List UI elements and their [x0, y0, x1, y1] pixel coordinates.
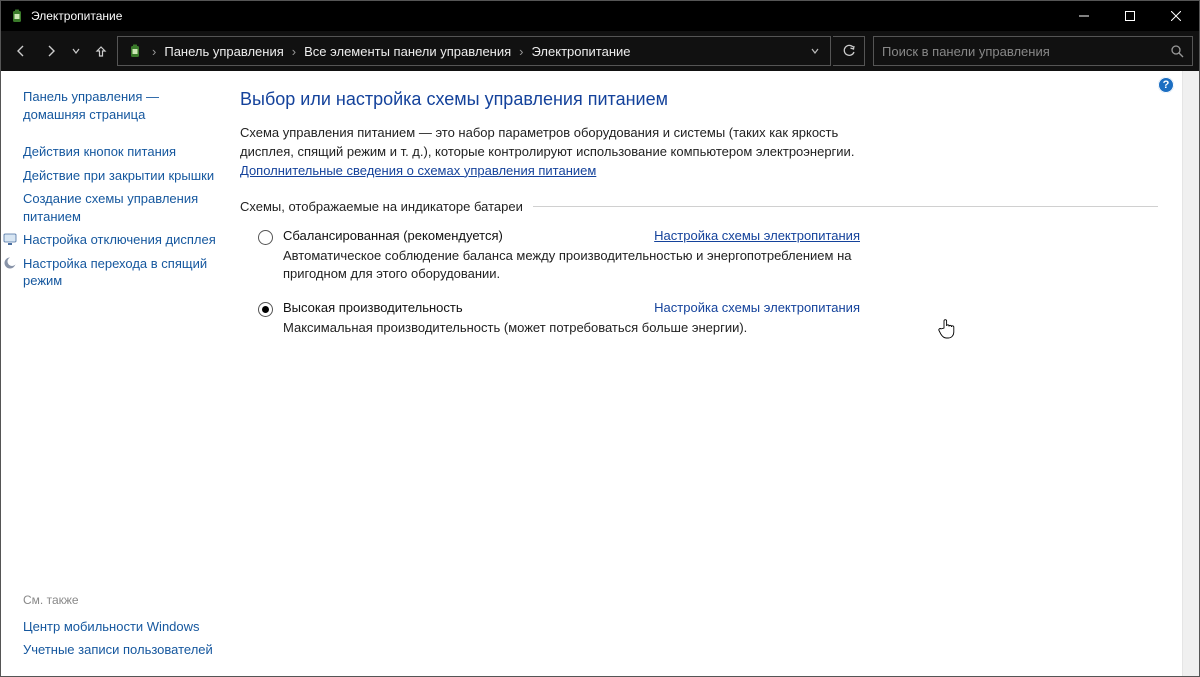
page-heading: Выбор или настройка схемы управления пит… — [240, 89, 1158, 110]
divider — [533, 206, 1158, 207]
breadcrumb-item[interactable]: Электропитание — [528, 44, 635, 59]
sidebar-link-sleep[interactable]: Настройка перехода в спящий режим — [23, 252, 216, 293]
close-button[interactable] — [1153, 1, 1199, 31]
main-panel: ? Выбор или настройка схемы управления п… — [226, 71, 1182, 676]
plan-description: Автоматическое соблюдение баланса между … — [283, 247, 860, 285]
radio-high-performance[interactable] — [258, 302, 273, 317]
page-description-text: Схема управления питанием — это набор па… — [240, 125, 854, 159]
chevron-right-icon[interactable]: › — [290, 44, 298, 59]
help-icon[interactable]: ? — [1158, 77, 1174, 93]
refresh-button[interactable] — [833, 36, 865, 66]
sidebar-link-power-buttons[interactable]: Действия кнопок питания — [23, 140, 216, 164]
page-description: Схема управления питанием — это набор па… — [240, 124, 860, 181]
sidebar-link-lid-close[interactable]: Действие при закрытии крышки — [23, 164, 216, 188]
chevron-right-icon[interactable]: › — [517, 44, 525, 59]
battery-app-icon — [9, 8, 25, 24]
see-also-user-accounts[interactable]: Учетные записи пользователей — [23, 638, 216, 662]
search-input[interactable] — [882, 44, 1170, 59]
plan-label[interactable]: Высокая производительность — [283, 300, 463, 315]
titlebar: Электропитание — [1, 1, 1199, 31]
forward-button[interactable] — [37, 37, 65, 65]
see-also-header: См. также — [23, 593, 216, 607]
back-button[interactable] — [7, 37, 35, 65]
chevron-right-icon[interactable]: › — [150, 44, 158, 59]
hand-cursor-icon — [938, 317, 956, 339]
sidebar: Панель управления — домашняя страница Де… — [1, 71, 226, 676]
power-plan-high-performance: Высокая производительность Настройка схе… — [240, 298, 860, 352]
plan-group-header: Схемы, отображаемые на индикаторе батаре… — [240, 199, 1158, 214]
moon-icon — [3, 256, 17, 270]
search-icon[interactable] — [1170, 44, 1184, 58]
plan-description: Максимальная производительность (может п… — [283, 319, 860, 338]
sidebar-home-link[interactable]: Панель управления — домашняя страница — [23, 85, 216, 126]
window: Электропитание — [0, 0, 1200, 677]
plan-label[interactable]: Сбалансированная (рекомендуется) — [283, 228, 503, 243]
see-also-mobility-center[interactable]: Центр мобильности Windows — [23, 615, 216, 639]
breadcrumb-item[interactable]: Все элементы панели управления — [300, 44, 515, 59]
breadcrumb[interactable]: › Панель управления › Все элементы панел… — [117, 36, 831, 66]
minimize-button[interactable] — [1061, 1, 1107, 31]
content: Панель управления — домашняя страница Де… — [1, 71, 1199, 676]
sidebar-link-display-off[interactable]: Настройка отключения дисплея — [23, 228, 216, 252]
change-plan-settings-link[interactable]: Настройка схемы электропитания — [654, 300, 860, 315]
address-dropdown-button[interactable] — [804, 47, 826, 55]
vertical-scrollbar[interactable] — [1182, 71, 1199, 676]
plan-group-label: Схемы, отображаемые на индикаторе батаре… — [240, 199, 523, 214]
recent-locations-button[interactable] — [67, 37, 85, 65]
monitor-icon — [3, 232, 17, 246]
window-title: Электропитание — [31, 9, 122, 23]
breadcrumb-item[interactable]: Панель управления — [160, 44, 287, 59]
maximize-button[interactable] — [1107, 1, 1153, 31]
addressbar: › Панель управления › Все элементы панел… — [1, 31, 1199, 71]
change-plan-settings-link[interactable]: Настройка схемы электропитания — [654, 228, 860, 243]
up-button[interactable] — [87, 37, 115, 65]
search-box[interactable] — [873, 36, 1193, 66]
power-plan-balanced: Сбалансированная (рекомендуется) Настрой… — [240, 226, 860, 299]
more-info-link[interactable]: Дополнительные сведения о схемах управле… — [240, 163, 596, 178]
sidebar-link-create-plan[interactable]: Создание схемы управления питанием — [23, 187, 216, 228]
radio-balanced[interactable] — [258, 230, 273, 245]
battery-location-icon — [126, 42, 144, 60]
